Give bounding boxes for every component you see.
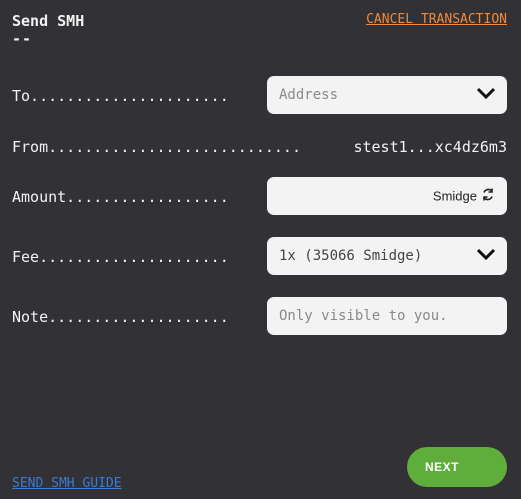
from-address: stest1...xc4dz6m3 <box>353 138 507 156</box>
from-label: From............................ <box>12 138 301 156</box>
next-button[interactable]: NEXT <box>407 447 507 487</box>
page-title: Send SMH -- <box>12 12 84 48</box>
from-row: From............................ stest1.… <box>12 127 507 167</box>
amount-input[interactable]: Smidge <box>267 177 507 215</box>
fee-row: Fee..................... 1x (35066 Smidg… <box>12 237 507 277</box>
note-label: Note.................... <box>12 308 229 326</box>
note-placeholder: Only visible to you. <box>279 308 448 324</box>
chevron-down-icon[interactable] <box>476 87 496 103</box>
page-title-text: Send SMH <box>12 12 85 30</box>
chevron-down-icon[interactable] <box>476 248 496 264</box>
note-row: Note.................... Only visible to… <box>12 297 507 337</box>
to-row: To...................... Address <box>12 76 507 116</box>
cancel-transaction-link[interactable]: CANCEL TRANSACTION <box>366 12 507 27</box>
to-label: To...................... <box>12 87 229 105</box>
fee-value: 1x (35066 Smidge) <box>279 248 423 264</box>
unit-label: Smidge <box>432 188 477 204</box>
amount-label: Amount.................. <box>12 188 229 206</box>
address-placeholder: Address <box>279 87 339 103</box>
refresh-icon[interactable] <box>481 188 495 205</box>
address-select[interactable]: Address <box>267 76 507 114</box>
title-underline: -- <box>12 30 33 48</box>
fee-label: Fee..................... <box>12 248 229 266</box>
fee-select[interactable]: 1x (35066 Smidge) <box>267 237 507 275</box>
send-smh-guide-link[interactable]: SEND SMH GUIDE <box>12 476 122 491</box>
note-input[interactable]: Only visible to you. <box>267 297 507 335</box>
amount-row: Amount.................. Smidge <box>12 177 507 217</box>
unit-toggle[interactable]: Smidge <box>433 188 495 205</box>
